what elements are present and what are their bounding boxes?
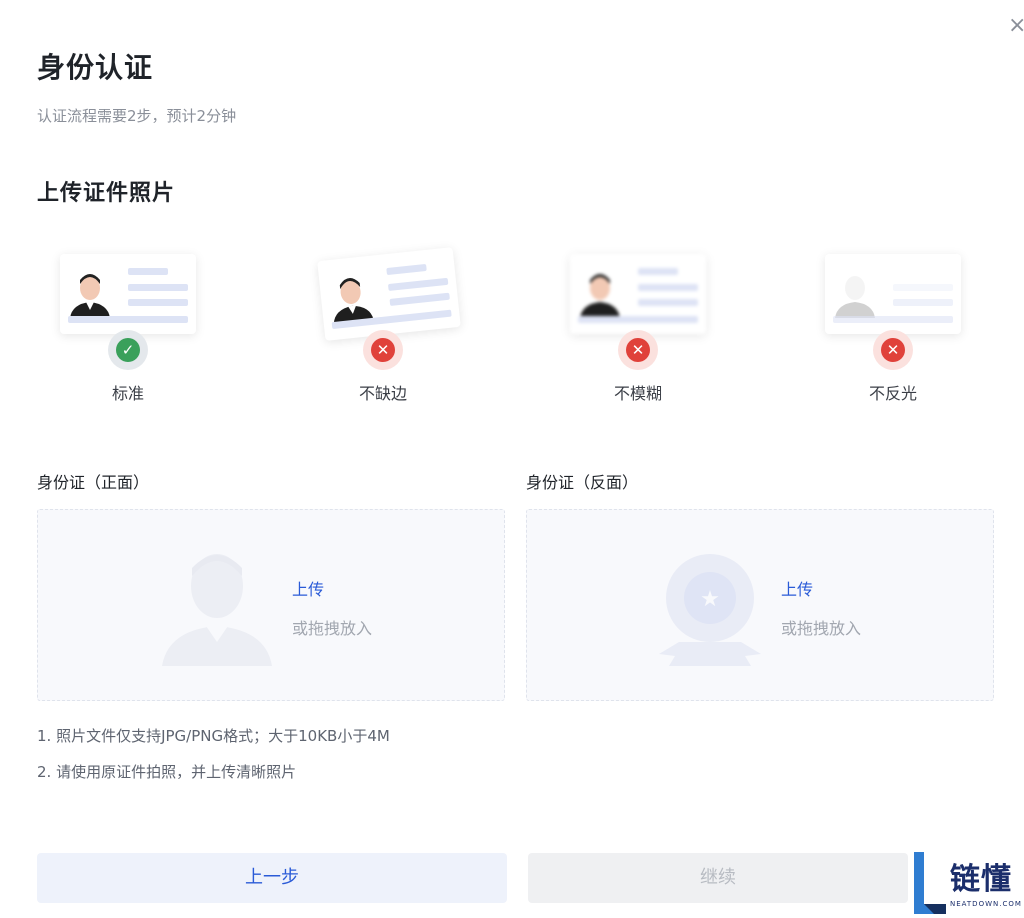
example-label: 不缺边 (358, 384, 407, 403)
example-no-glare: ✕ 不反光 (805, 246, 965, 406)
page-title: 身份认证 (37, 51, 154, 84)
upload-back-dropzone[interactable]: ★ 上传 或拖拽放入 (526, 509, 994, 701)
example-no-blur: ✕ 不模糊 (550, 246, 710, 406)
upload-front-dropzone[interactable]: 上传 或拖拽放入 (37, 509, 505, 701)
cross-icon: ✕ (626, 338, 650, 362)
section-title: 上传证件照片 (37, 181, 176, 206)
status-error: ✕ (618, 330, 658, 370)
svg-text:★: ★ (700, 587, 720, 612)
example-standard: ✓ 标准 (40, 246, 200, 406)
emblem-icon: ★ (659, 554, 761, 666)
cross-icon: ✕ (371, 338, 395, 362)
example-no-missing-edge: ✕ 不缺边 (295, 246, 461, 406)
example-label: 标准 (111, 384, 144, 403)
note-original: 2. 请使用原证件拍照，并上传清晰照片 (37, 763, 297, 781)
id-card-illustration (570, 254, 706, 334)
continue-button[interactable]: 继续 (528, 853, 908, 903)
example-label: 不模糊 (613, 384, 662, 403)
check-icon: ✓ (116, 338, 140, 362)
upload-front-action[interactable]: 上传 (292, 576, 324, 600)
person-icon (162, 554, 272, 666)
upload-front-label: 身份证（正面） (37, 473, 150, 492)
id-card-illustration (317, 247, 461, 341)
brand-logo-icon (914, 852, 946, 914)
close-button[interactable]: × (1008, 14, 1024, 38)
example-label: 不反光 (868, 384, 917, 403)
id-card-illustration (825, 254, 961, 334)
page-subtitle: 认证流程需要2步，预计2分钟 (37, 107, 237, 125)
note-format: 1. 照片文件仅支持JPG/PNG格式；大于10KB小于4M (37, 727, 390, 745)
upload-back-label: 身份证（反面） (526, 473, 639, 492)
upload-front-hint: 或拖拽放入 (292, 619, 373, 638)
brand-watermark: 链懂 NEATDOWN.COM (910, 848, 1024, 918)
close-icon: × (1008, 13, 1024, 38)
status-error: ✕ (873, 330, 913, 370)
upload-back-action[interactable]: 上传 (781, 576, 813, 600)
upload-back-hint: 或拖拽放入 (781, 619, 862, 638)
id-card-illustration (60, 254, 196, 334)
status-error: ✕ (363, 330, 403, 370)
status-ok: ✓ (108, 330, 148, 370)
prev-button[interactable]: 上一步 (37, 853, 507, 903)
cross-icon: ✕ (881, 338, 905, 362)
